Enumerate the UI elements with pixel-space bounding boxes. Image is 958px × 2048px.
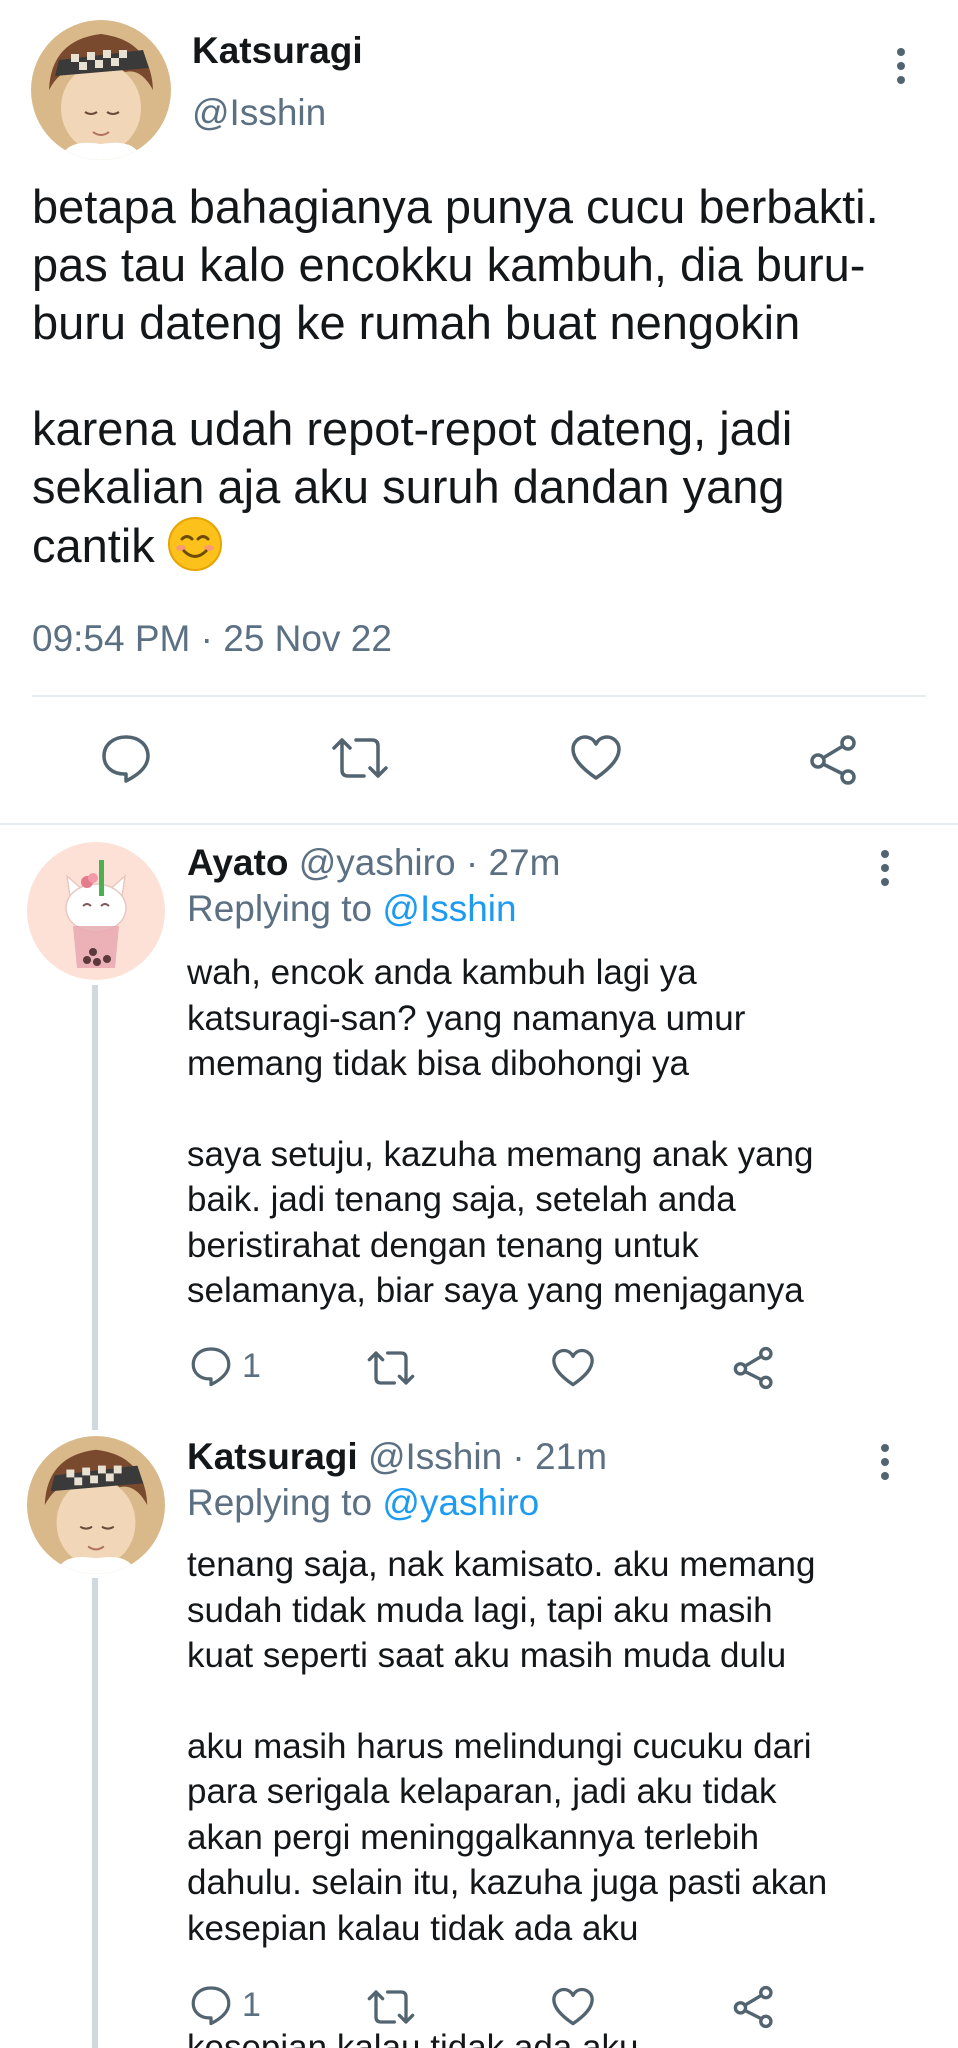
reply-time: · 21m [502,1436,608,1477]
tweet-line: sekalian aja aku suruh dandan yang [32,460,785,513]
reply-line: dahulu. selain itu, kazuha juga pasti ak… [187,1863,828,1902]
reply-header: Katsuragi @Isshin · 21m [187,1436,607,1478]
tweet-line: buru dateng ke rumah buat nengokin [32,296,801,349]
replying-to: Replying to @yashiro [187,1482,539,1524]
reply-line: para serigala kelaparan, jadi aku tidak [187,1772,777,1811]
tweet-line-text: cantik [32,519,155,572]
reply-count: 1 [242,1985,261,2024]
reply-author-name[interactable]: Ayato [187,842,288,883]
katsuragi-avatar[interactable] [27,1436,165,1574]
retweet-icon[interactable] [366,1348,416,1388]
reply-icon [191,1347,231,1387]
reply-button[interactable]: 1 [190,1984,261,2026]
reply-time: · 27m [455,842,561,883]
retweet-icon[interactable] [330,734,390,782]
tweet-line: pas tau kalo encokku kambuh, dia buru- [32,238,866,291]
reply-body: tenang saja, nak kamisato. aku memang su… [187,1542,907,1951]
ayato-avatar[interactable] [27,842,165,980]
share-icon[interactable] [732,1346,776,1390]
replying-to-mention[interactable]: @yashiro [382,1482,539,1523]
author-handle[interactable]: @Isshin [192,92,326,134]
tweet-line-last: cantik [32,516,937,575]
reply-icon[interactable] [100,732,152,784]
reply-icon [191,1986,231,2026]
reply-line: aku masih harus melindungi cucuku dari [187,1726,812,1766]
smiling-face-emoji-icon [167,517,222,571]
more-options-icon[interactable] [886,44,916,88]
katsuragi-avatar[interactable] [31,20,171,160]
reply-line: memang tidak bisa dibohongi ya [187,1044,689,1083]
more-options-icon[interactable] [870,1440,900,1484]
like-icon[interactable] [551,1987,595,2027]
author-name[interactable]: Katsuragi [192,30,363,72]
tweet-line: karena udah repot-repot dateng, jadi [32,402,793,455]
like-icon[interactable] [551,1348,595,1388]
tweet-line: betapa bahagianya punya cucu berbakti. [32,180,879,233]
reply-body: wah, encok anda kambuh lagi ya katsuragi… [187,950,907,1314]
reply-line: saya setuju, kazuha memang anak yang [187,1134,814,1174]
reply-line: kesepian kalau tidak ada aku [187,1908,639,1948]
replying-to-mention[interactable]: @Isshin [382,888,516,929]
reply-header: Ayato @yashiro · 27m [187,842,560,884]
reply-author-name[interactable]: Katsuragi [187,1436,358,1477]
share-icon[interactable] [808,734,860,786]
more-options-icon[interactable] [870,846,900,890]
reply-author-handle[interactable]: @yashiro [299,842,456,883]
reply-button[interactable]: 1 [190,1345,261,1387]
reply-count: 1 [242,1346,261,1385]
replying-to-label: Replying to [187,888,383,929]
retweet-icon[interactable] [366,1987,416,2027]
tweet-body: betapa bahagianya punya cucu berbakti. p… [32,178,937,575]
cut-off-text: kesepian kalau tidak ada aku [187,2030,638,2048]
tweet-timestamp[interactable]: 09:54 PM · 25 Nov 22 [32,618,392,660]
reply-line: selamanya, biar saya yang menjaganya [187,1271,804,1310]
reply-line: beristirahat dengan tenang untuk [187,1225,699,1265]
reply-line: baik. jadi tenang saja, setelah anda [187,1180,736,1219]
replying-to: Replying to @Isshin [187,888,517,930]
tweet-thread-page: Katsuragi @Isshin betapa bahagianya puny… [0,0,958,2048]
share-icon[interactable] [732,1985,776,2029]
like-icon[interactable] [570,734,622,782]
main-tweet-header: Katsuragi @Isshin [0,0,958,170]
reply-line: akan pergi meninggalkannya terlebih [187,1817,760,1857]
thread-line [92,985,98,1430]
thread-line [92,1578,98,2048]
reply-line: wah, encok anda kambuh lagi ya [187,953,697,992]
tweet-actions [0,718,958,808]
reply-line: kuat seperti saat aku masih muda dulu [187,1636,787,1675]
replying-to-label: Replying to [187,1482,383,1523]
reply-line: tenang saja, nak kamisato. aku memang [187,1545,816,1584]
reply-line: sudah tidak muda lagi, tapi aku masih [187,1590,773,1630]
reply-author-handle[interactable]: @Isshin [368,1436,502,1477]
reply-line: katsuragi-san? yang namanya umur [187,998,746,1038]
divider [0,823,958,825]
divider [32,695,926,697]
